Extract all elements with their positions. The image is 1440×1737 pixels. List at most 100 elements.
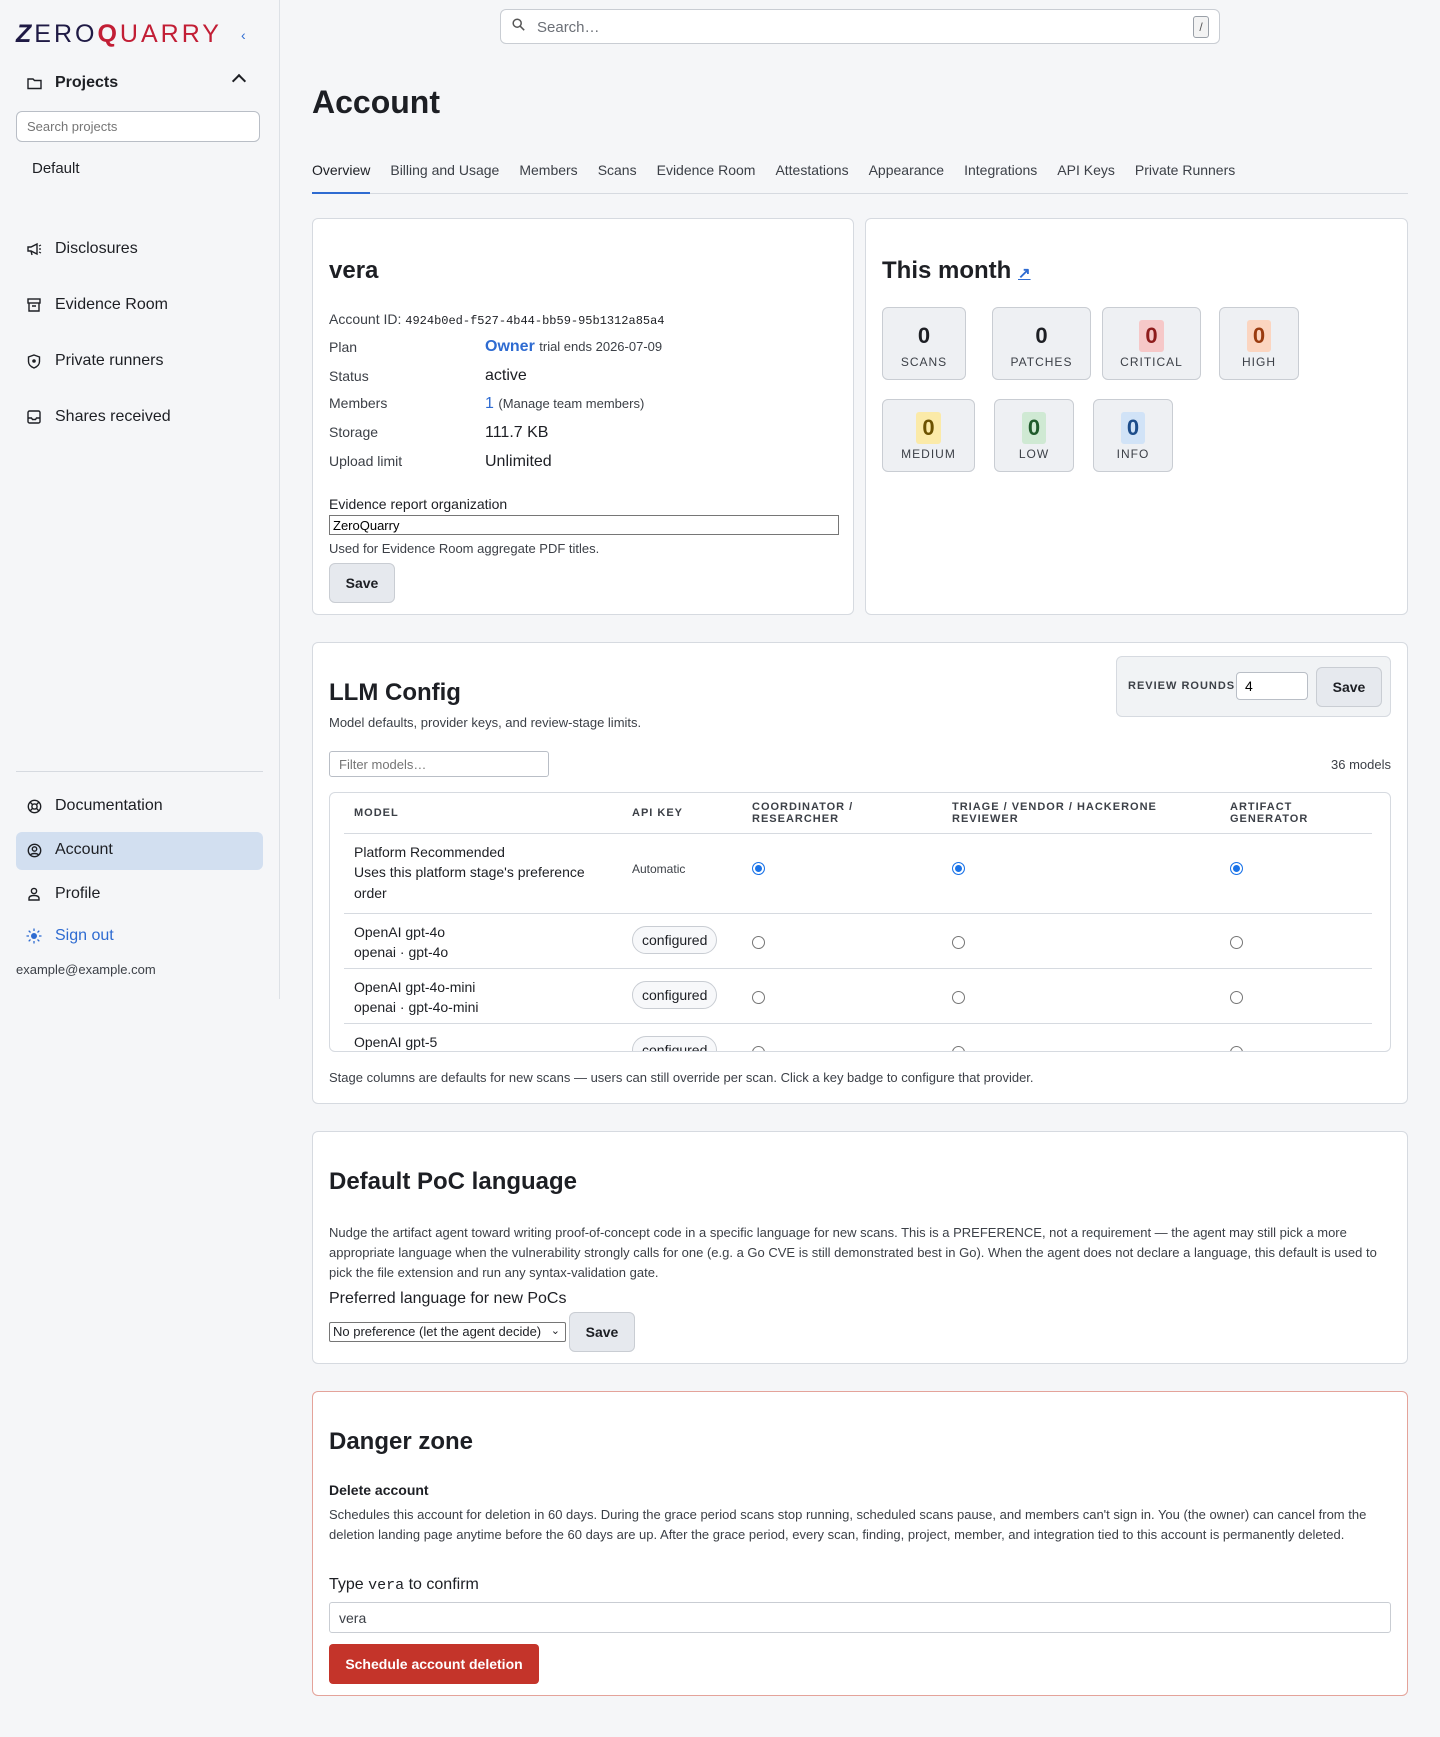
key-auto-label: Automatic bbox=[632, 861, 686, 876]
page-title: Account bbox=[312, 84, 440, 120]
artifact-radio[interactable] bbox=[1230, 861, 1243, 875]
tab-bar: Overview Billing and Usage Members Scans… bbox=[312, 160, 1408, 194]
global-search[interactable]: Search… / bbox=[500, 9, 1220, 44]
tab-appearance[interactable]: Appearance bbox=[869, 160, 945, 194]
poc-selected-value: No preference (let the agent decide) bbox=[333, 1324, 542, 1339]
key-badge[interactable]: configured bbox=[632, 925, 718, 954]
lifebuoy-icon bbox=[26, 798, 42, 814]
tab-api-keys[interactable]: API Keys bbox=[1057, 160, 1115, 194]
key-badge[interactable]: configured bbox=[632, 980, 718, 1009]
schedule-deletion-button[interactable]: Schedule account deletion bbox=[329, 1644, 539, 1684]
poc-save-button[interactable]: Save bbox=[569, 1312, 635, 1352]
llm-footnote: Stage columns are defaults for new scans… bbox=[329, 1070, 1034, 1085]
model-sub: Uses this platform stage's preference or… bbox=[354, 863, 585, 901]
coordinator-radio[interactable] bbox=[752, 861, 765, 875]
review-rounds-label: REVIEW ROUNDS bbox=[1128, 680, 1236, 692]
sidebar-item-private-runners[interactable]: Private runners bbox=[26, 352, 164, 370]
triage-radio[interactable] bbox=[952, 990, 965, 1004]
members-count-link[interactable]: 1 bbox=[485, 395, 494, 412]
col-coordinator: COORDINATOR / RESEARCHER bbox=[742, 793, 942, 834]
external-link-icon[interactable]: ↗ bbox=[1018, 265, 1031, 282]
org-input[interactable] bbox=[329, 515, 839, 535]
account-save-button[interactable]: Save bbox=[329, 563, 395, 603]
org-label: Evidence report organization bbox=[329, 496, 508, 512]
stat-label: INFO bbox=[1116, 447, 1150, 461]
members-label: Members bbox=[329, 395, 388, 411]
person-icon bbox=[26, 886, 42, 902]
sidebar-item-documentation[interactable]: Documentation bbox=[26, 797, 163, 815]
sidebar-item-shares-received[interactable]: Shares received bbox=[26, 408, 171, 426]
model-sub: openai · gpt-4o-mini bbox=[354, 998, 479, 1015]
stage-cell bbox=[742, 1023, 942, 1051]
review-rounds-input[interactable] bbox=[1236, 672, 1308, 700]
tab-scans[interactable]: Scans bbox=[598, 160, 637, 194]
plan-link[interactable]: Owner bbox=[485, 338, 535, 355]
tab-attestations[interactable]: Attestations bbox=[775, 160, 848, 194]
sidebar-item-evidence-room[interactable]: Evidence Room bbox=[26, 296, 168, 314]
coordinator-radio[interactable] bbox=[752, 935, 765, 949]
tab-integrations[interactable]: Integrations bbox=[964, 160, 1037, 194]
sidebar-item-disclosures[interactable]: Disclosures bbox=[26, 240, 138, 258]
table-header-row: MODEL API KEY COORDINATOR / RESEARCHER T… bbox=[344, 793, 1372, 834]
stage-cell bbox=[942, 833, 1220, 914]
poc-language-select[interactable]: No preference (let the agent decide) ⌄ bbox=[329, 1322, 566, 1342]
triage-radio[interactable] bbox=[952, 935, 965, 949]
chevron-up-icon[interactable] bbox=[231, 73, 247, 89]
stat-value: 0 bbox=[1120, 412, 1146, 444]
filter-models-input[interactable] bbox=[329, 751, 549, 777]
tab-overview[interactable]: Overview bbox=[312, 160, 371, 194]
confirm-prefix: Type bbox=[329, 1576, 364, 1593]
artifact-radio[interactable] bbox=[1230, 1045, 1243, 1051]
sidebar-item-account[interactable]: Account bbox=[26, 841, 113, 859]
collapse-sidebar-icon[interactable]: ‹ bbox=[241, 27, 246, 43]
manage-members-link[interactable]: (Manage team members) bbox=[498, 396, 644, 411]
stat-tile-low: 0 LOW bbox=[994, 399, 1074, 472]
tab-billing[interactable]: Billing and Usage bbox=[390, 160, 499, 194]
artifact-radio[interactable] bbox=[1230, 990, 1243, 1004]
stage-cell bbox=[942, 968, 1220, 1024]
tab-members[interactable]: Members bbox=[519, 160, 577, 194]
plan-value: Owner trial ends 2026-07-09 bbox=[485, 338, 662, 356]
llm-config-card: LLM Config Model defaults, provider keys… bbox=[312, 642, 1408, 1104]
confirm-input[interactable] bbox=[329, 1602, 1391, 1633]
account-card: vera Account ID: 4924b0ed-f527-4b44-bb59… bbox=[312, 218, 854, 615]
model-cell: OpenAI gpt-5 bbox=[344, 1023, 622, 1051]
tab-private-runners[interactable]: Private Runners bbox=[1135, 160, 1235, 194]
col-api-key: API KEY bbox=[622, 793, 742, 834]
members-value: 1 (Manage team members) bbox=[485, 395, 644, 413]
stat-label: HIGH bbox=[1242, 355, 1276, 369]
model-cell: Platform Recommended Uses this platform s… bbox=[344, 833, 622, 914]
account-id: 4924b0ed-f527-4b44-bb59-95b1312a85a4 bbox=[405, 314, 665, 328]
models-table-container[interactable]: MODEL API KEY COORDINATOR / RESEARCHER T… bbox=[329, 792, 1391, 1052]
api-key-cell: configured bbox=[622, 913, 742, 969]
poc-title: Default PoC language bbox=[329, 1168, 578, 1195]
triage-radio[interactable] bbox=[952, 1045, 965, 1051]
project-search-input[interactable] bbox=[16, 111, 260, 142]
tab-evidence-room[interactable]: Evidence Room bbox=[657, 160, 756, 194]
stat-label: MEDIUM bbox=[901, 447, 956, 461]
api-key-cell: configured bbox=[622, 1023, 742, 1051]
sign-out-button[interactable]: Sign out bbox=[26, 927, 114, 945]
col-triage: TRIAGE / VENDOR / HACKERONE REVIEWER bbox=[942, 793, 1220, 834]
inbox-icon bbox=[26, 409, 42, 425]
artifact-radio[interactable] bbox=[1230, 935, 1243, 949]
key-badge[interactable]: configured bbox=[632, 1035, 718, 1051]
folder-icon bbox=[26, 75, 42, 91]
review-rounds-save-button[interactable]: Save bbox=[1316, 667, 1382, 707]
poc-description: Nudge the artifact agent toward writing … bbox=[329, 1225, 1377, 1280]
projects-header[interactable]: Projects bbox=[26, 74, 118, 92]
triage-radio[interactable] bbox=[952, 861, 965, 875]
storage-label: Storage bbox=[329, 424, 379, 440]
plan-label: Plan bbox=[329, 339, 358, 355]
chevron-down-icon: ⌄ bbox=[550, 1325, 560, 1337]
stat-value: 0 bbox=[1035, 323, 1048, 348]
poc-label: Preferred language for new PoCs bbox=[329, 1290, 567, 1307]
search-placeholder: Search… bbox=[537, 19, 600, 36]
coordinator-radio[interactable] bbox=[752, 990, 765, 1004]
project-default[interactable]: Default bbox=[32, 160, 80, 177]
logo[interactable]: ZEROQUARRY bbox=[16, 20, 222, 49]
model-name: Platform Recommended bbox=[354, 843, 505, 860]
coordinator-radio[interactable] bbox=[752, 1045, 765, 1051]
sidebar-item-profile[interactable]: Profile bbox=[26, 885, 100, 903]
llm-subtitle: Model defaults, provider keys, and revie… bbox=[329, 715, 642, 730]
